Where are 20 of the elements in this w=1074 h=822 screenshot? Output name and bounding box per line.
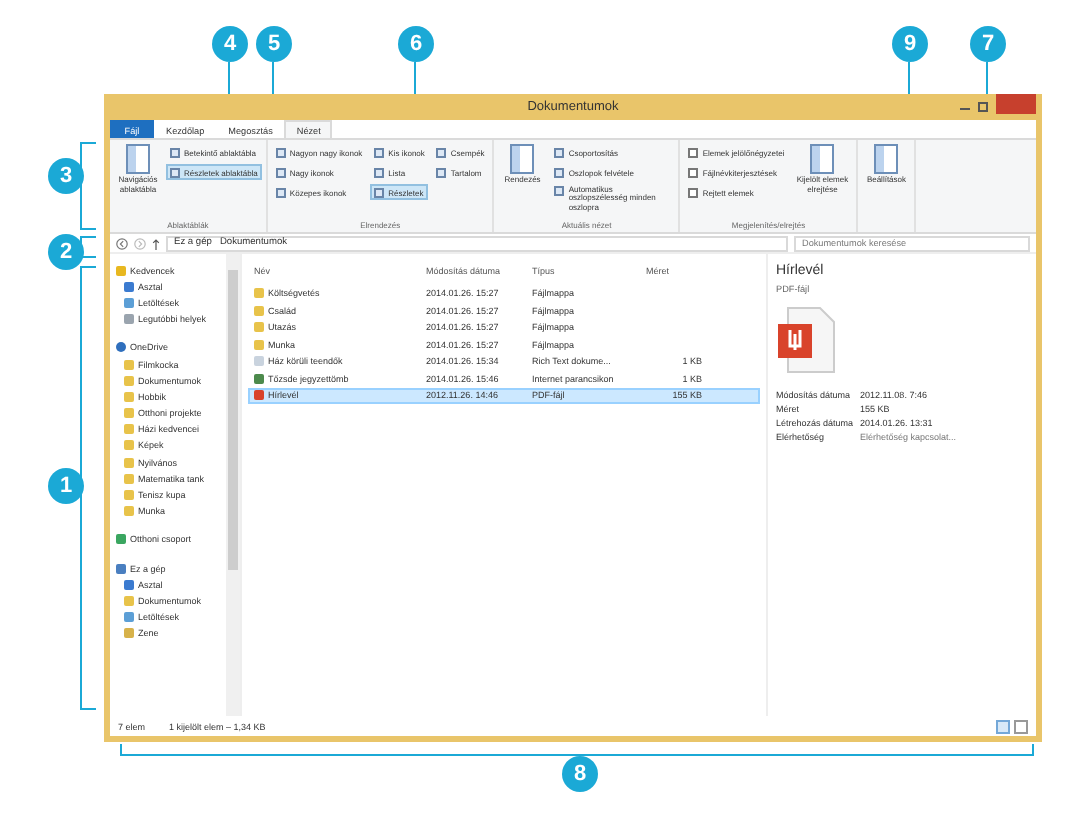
callout-number: 7	[970, 26, 1006, 62]
callout-number: 5	[256, 26, 292, 62]
callout-number: 9	[892, 26, 928, 62]
callout-number: 4	[212, 26, 248, 62]
callout-number: 2	[48, 234, 84, 270]
hide-icon	[810, 144, 835, 174]
pane-icon	[126, 144, 150, 174]
back-icon[interactable]	[116, 237, 128, 249]
callout-number: 6	[398, 26, 434, 62]
callout-number: 1	[48, 468, 84, 504]
icons-view-button[interactable]	[1014, 719, 1028, 733]
forward-icon[interactable]	[134, 237, 146, 249]
options-icon	[874, 144, 899, 174]
pdf-file-icon	[776, 306, 836, 374]
maximize-button[interactable]	[978, 102, 988, 112]
details-view-button[interactable]	[996, 719, 1010, 733]
up-arrow-icon[interactable]	[152, 237, 160, 249]
callout-number: 3	[48, 158, 84, 194]
callout-number: 8	[562, 756, 598, 792]
pane-icon	[510, 144, 535, 174]
